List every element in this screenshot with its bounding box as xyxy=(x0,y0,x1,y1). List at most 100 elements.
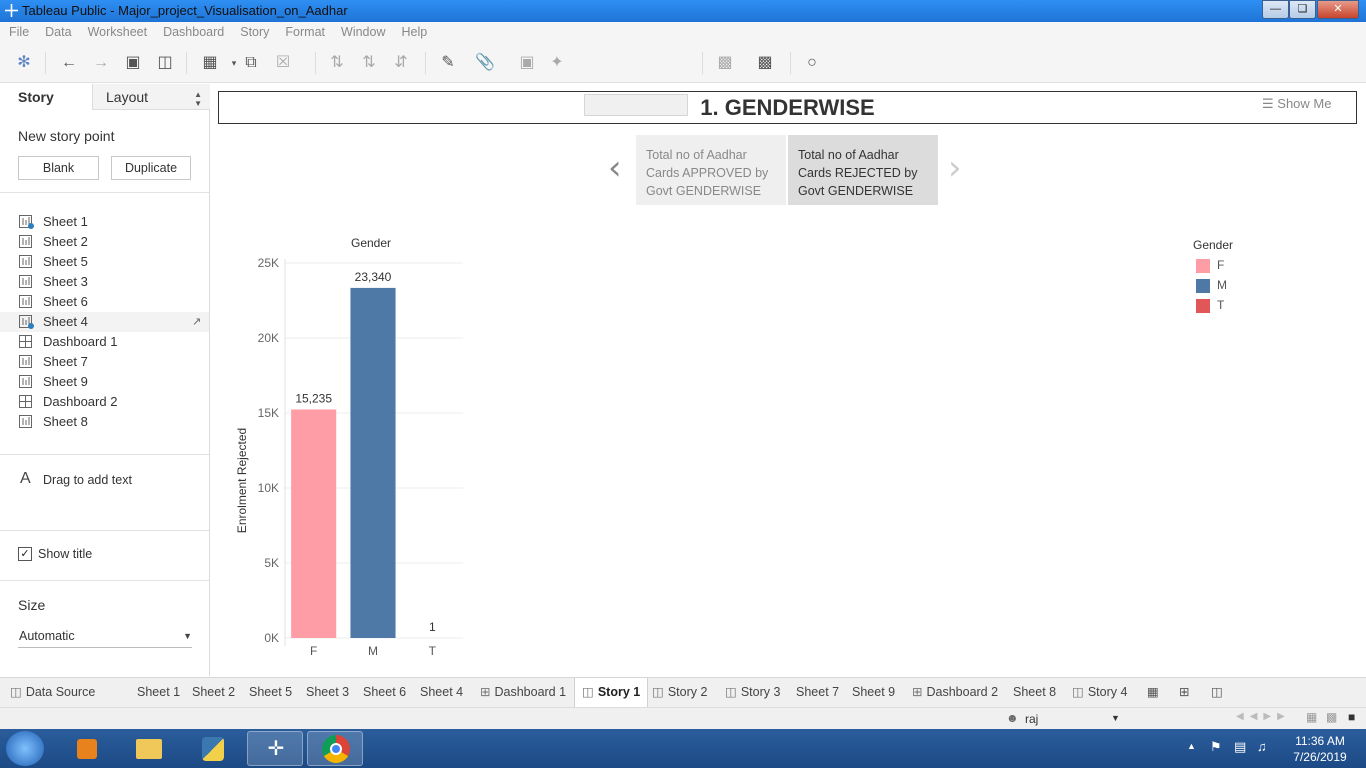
duplicate-sheet-icon[interactable]: ⧉ xyxy=(240,52,262,74)
tableau-app-icon xyxy=(5,4,18,17)
show-filmstrip-icon[interactable]: ▩ xyxy=(1326,710,1337,724)
legend-item-t[interactable]: T xyxy=(1196,298,1276,314)
sheet-list-item[interactable]: Dashboard 2 xyxy=(0,392,209,412)
file-explorer-taskbar-icon[interactable] xyxy=(121,731,177,766)
new-worksheet-icon[interactable]: ▦ xyxy=(199,52,221,74)
used-in-story-badge xyxy=(28,223,34,229)
show-hidden-icons-icon[interactable]: ▲ xyxy=(1187,741,1196,751)
tab-story-1[interactable]: ◫ Story 1 xyxy=(574,678,649,708)
minimize-button[interactable]: — xyxy=(1262,0,1289,19)
redo-icon[interactable]: → xyxy=(90,52,112,74)
tableau-logo-icon[interactable]: ✻ xyxy=(13,52,35,74)
duplicate-button[interactable]: Duplicate xyxy=(111,156,191,180)
new-data-source-icon[interactable]: ◫ xyxy=(154,52,176,74)
tableau-taskbar-icon[interactable]: ✛ xyxy=(247,731,303,766)
show-cards-icon[interactable]: ▩ xyxy=(714,52,736,74)
menu-file[interactable]: File xyxy=(0,25,37,39)
start-button[interactable] xyxy=(6,731,44,766)
sheet-list-item[interactable]: Sheet 2 xyxy=(0,232,209,252)
show-title-checkbox[interactable]: ✓ xyxy=(18,547,32,561)
save-icon[interactable]: ▣ xyxy=(122,52,144,74)
tab-data-source[interactable]: ◫ Data Source xyxy=(3,678,102,708)
menu-help[interactable]: Help xyxy=(393,25,435,39)
drag-to-add-text[interactable]: Drag to add text xyxy=(43,473,132,487)
size-heading: Size xyxy=(18,597,46,613)
user-dropdown[interactable]: ☻ raj ▼ xyxy=(1003,710,1123,728)
legend-item-f[interactable]: F xyxy=(1196,258,1276,274)
show-mark-labels-icon[interactable]: ▣ xyxy=(516,52,538,74)
previous-story-point-icon[interactable]: ‹ xyxy=(608,148,622,188)
sheet-list-item[interactable]: Dashboard 1 xyxy=(0,332,209,352)
sheet-list-item[interactable]: Sheet 8 xyxy=(0,412,209,432)
tab-story-4[interactable]: ◫ Story 4 xyxy=(1065,678,1134,708)
sort-ascending-icon[interactable]: ⇅ xyxy=(358,52,380,74)
show-tabs-icon[interactable]: ■ xyxy=(1348,710,1355,724)
sheet-list-item[interactable]: Sheet 4 ↗ xyxy=(0,312,209,332)
tab-sheet-6[interactable]: Sheet 6 xyxy=(356,678,413,708)
tab-sheet-2[interactable]: Sheet 2 xyxy=(185,678,242,708)
new-story-tab-icon[interactable]: ◫ xyxy=(1204,678,1230,708)
tab-story-3[interactable]: ◫ Story 3 xyxy=(718,678,787,708)
legend-item-m[interactable]: M xyxy=(1196,278,1276,294)
tab-label: Data Source xyxy=(25,685,96,699)
show-sheet-sorter-icon[interactable]: ▦ xyxy=(1306,710,1317,724)
tab-sheet-3[interactable]: Sheet 3 xyxy=(299,678,356,708)
menu-format[interactable]: Format xyxy=(277,25,333,39)
tab-dashboard-2[interactable]: ⊞ Dashboard 2 xyxy=(905,678,1005,708)
tab-story-2[interactable]: ◫ Story 2 xyxy=(645,678,714,708)
highlight-icon[interactable]: ✎ xyxy=(437,52,459,74)
undo-icon[interactable]: ← xyxy=(58,52,80,74)
story-point-rejected[interactable]: Total no of Aadhar Cards REJECTED by Gov… xyxy=(788,135,938,205)
group-members-icon[interactable]: 📎 xyxy=(474,52,496,74)
tab-sheet-5[interactable]: Sheet 5 xyxy=(242,678,299,708)
tab-label: Dashboard 2 xyxy=(926,685,999,699)
action-center-icon[interactable]: ⚑ xyxy=(1210,739,1222,755)
python-taskbar-icon[interactable] xyxy=(185,731,241,766)
tab-navigation-icon[interactable]: ◀◀▶▶ xyxy=(1236,711,1291,722)
network-icon[interactable]: ▤ xyxy=(1234,739,1246,755)
tab-sheet-8[interactable]: Sheet 8 xyxy=(1006,678,1063,708)
media-player-taskbar-icon[interactable] xyxy=(59,731,115,766)
sheet-list-item[interactable]: Sheet 7 xyxy=(0,352,209,372)
fix-axes-icon[interactable]: ✦ xyxy=(546,52,568,74)
tab-sheet-4[interactable]: Sheet 4 xyxy=(413,678,470,708)
text-object-icon[interactable]: A xyxy=(20,470,31,488)
tab-sheet-9[interactable]: Sheet 9 xyxy=(845,678,902,708)
tab-layout[interactable]: Layout ▲ ▼ xyxy=(92,84,210,110)
clear-sheet-icon[interactable]: ☒ xyxy=(272,52,294,74)
tab-sheet-1[interactable]: Sheet 1 xyxy=(130,678,187,708)
tab-dashboard-1[interactable]: ⊞ Dashboard 1 xyxy=(473,678,573,708)
sheet-list-label: Sheet 1 xyxy=(43,214,88,229)
worksheet-icon xyxy=(19,255,33,269)
menu-story[interactable]: Story xyxy=(232,25,277,39)
presentation-mode-icon[interactable]: ▩ xyxy=(754,52,776,74)
sort-descending-icon[interactable]: ⇵ xyxy=(390,52,412,74)
tab-story[interactable]: Story xyxy=(0,84,92,110)
tab-sheet-7[interactable]: Sheet 7 xyxy=(789,678,846,708)
size-dropdown[interactable]: Automatic ▼ xyxy=(18,628,192,648)
go-to-sheet-icon[interactable]: ↗ xyxy=(192,315,201,328)
share-icon[interactable]: ○ xyxy=(801,52,823,74)
story-point-line: Cards APPROVED by xyxy=(646,166,769,180)
new-worksheet-tab-icon[interactable]: ▦ xyxy=(1140,678,1166,708)
sheet-list-item[interactable]: Sheet 3 xyxy=(0,272,209,292)
sheet-list-item[interactable]: Sheet 6 xyxy=(0,292,209,312)
blank-button[interactable]: Blank xyxy=(18,156,99,180)
sheet-list-item[interactable]: Sheet 5 xyxy=(0,252,209,272)
menu-worksheet[interactable]: Worksheet xyxy=(80,25,156,39)
sheet-list-item[interactable]: Sheet 9 xyxy=(0,372,209,392)
chrome-taskbar-icon[interactable] xyxy=(307,731,363,766)
close-window-button[interactable]: ✕ xyxy=(1317,0,1359,19)
story-point-approved[interactable]: Total no of Aadhar Cards APPROVED by Gov… xyxy=(636,135,786,205)
story-point-line: Cards REJECTED by xyxy=(798,166,918,180)
new-dashboard-tab-icon[interactable]: ⊞ xyxy=(1172,678,1196,708)
sheet-list-item[interactable]: Sheet 1 xyxy=(0,212,209,232)
next-story-point-icon[interactable]: › xyxy=(948,148,962,188)
menu-data[interactable]: Data xyxy=(37,25,79,39)
swap-rows-columns-icon[interactable]: ⇅ xyxy=(326,52,348,74)
menu-dashboard[interactable]: Dashboard xyxy=(155,25,232,39)
system-clock[interactable]: 11:36 AM 7/26/2019 xyxy=(1280,733,1360,765)
volume-icon[interactable]: ♫ xyxy=(1257,739,1267,754)
maximize-button[interactable]: ❏ xyxy=(1289,0,1316,19)
menu-window[interactable]: Window xyxy=(333,25,393,39)
